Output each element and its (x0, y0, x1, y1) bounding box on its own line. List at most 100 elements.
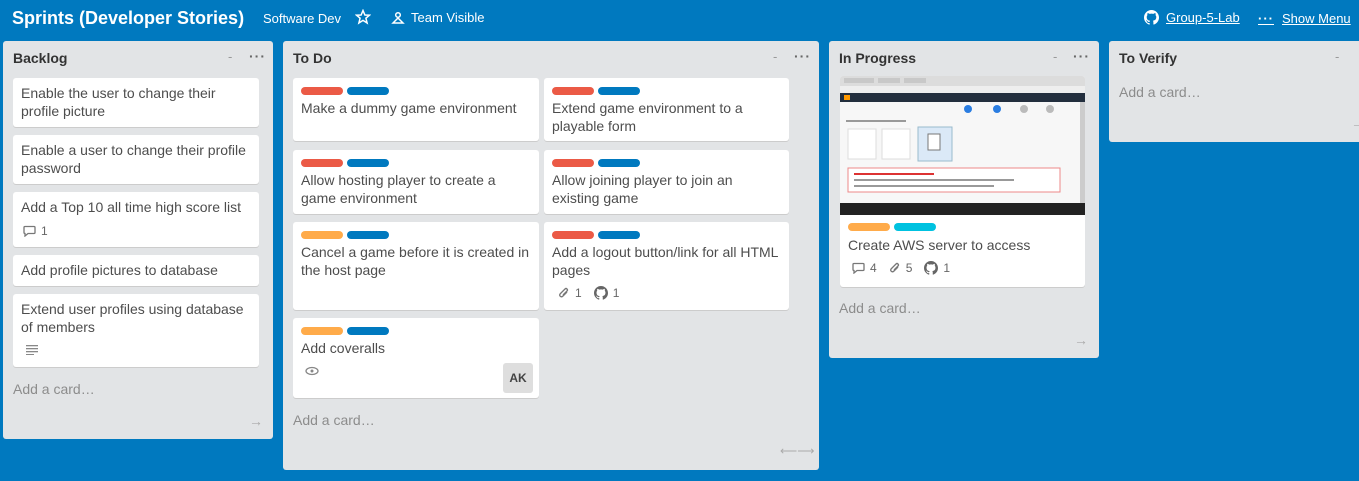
comments-count: 1 (41, 224, 48, 238)
list-card[interactable]: Allow joining player to join an existing… (544, 150, 789, 214)
card-title: Add profile pictures to database (21, 262, 218, 278)
visibility-button[interactable]: Team Visible (391, 10, 484, 25)
github-icon (593, 286, 608, 300)
list-menu-button[interactable]: ··· (794, 48, 811, 64)
list-card[interactable]: Extend user profiles using database of m… (13, 294, 259, 367)
list-menu-button[interactable]: ··· (249, 48, 266, 64)
label-blue (598, 159, 640, 167)
member-avatar[interactable]: AK (503, 363, 533, 393)
list-card[interactable]: Add a Top 10 all time high score list 1 (13, 192, 259, 247)
label-blue (347, 159, 389, 167)
team-icon (391, 11, 405, 24)
github-badge: 1 (924, 261, 950, 275)
github-icon (924, 261, 939, 275)
list-card[interactable]: Add profile pictures to database (13, 255, 259, 286)
scroll-arrows-icon[interactable]: ⟵⟶ (780, 444, 814, 458)
github-count: 1 (612, 286, 620, 300)
add-card-link[interactable]: Add a card… (13, 381, 95, 397)
team-link[interactable]: Group-5-Lab (1144, 10, 1240, 25)
paperclip-icon (889, 262, 899, 273)
board-header: Sprints (Developer Stories) Software Dev… (0, 0, 1359, 38)
arrow-right-icon[interactable]: → (1351, 115, 1359, 131)
description-icon (26, 345, 38, 355)
list-backlog: Backlog - ··· Enable the user to change … (3, 41, 273, 439)
github-count: 1 (943, 261, 951, 275)
label-orange (848, 223, 890, 231)
comment-icon (852, 262, 865, 274)
card-labels (301, 87, 389, 95)
card-labels (848, 223, 936, 231)
label-sky (894, 223, 936, 231)
list-card[interactable]: Enable the user to change their profile … (13, 78, 259, 127)
list-to-verify: To Verify - Add a card… → (1109, 41, 1359, 142)
team-label: Group-5-Lab (1166, 10, 1240, 25)
card-badges: 4 5 1 (852, 261, 950, 275)
paperclip-icon (559, 287, 569, 298)
label-blue (598, 231, 640, 239)
list-card[interactable]: Add a logout button/link for all HTML pa… (544, 222, 789, 310)
label-orange (301, 231, 343, 239)
screenshot-thumbnail (840, 76, 1085, 215)
list-title[interactable]: In Progress (839, 50, 916, 66)
list-card[interactable]: Allow hosting player to create a game en… (293, 150, 539, 214)
card-labels (301, 231, 389, 239)
minimize-list-button[interactable]: - (1053, 49, 1057, 64)
board-title[interactable]: Sprints (Developer Stories) (12, 8, 244, 29)
arrow-right-icon[interactable]: → (249, 413, 263, 429)
arrow-right-icon[interactable]: → (1074, 332, 1088, 348)
attachments-badge: 5 (889, 261, 913, 275)
list-todo: To Do - ··· Make a dummy game environmen… (283, 41, 819, 470)
card-title: Add coveralls (301, 340, 386, 356)
add-card-link[interactable]: Add a card… (1119, 84, 1201, 100)
github-icon (1144, 10, 1159, 25)
card-title: Extend user profiles using database of m… (21, 301, 244, 335)
card-title: Extend game environment to a playable fo… (552, 100, 743, 134)
show-menu-label: Show Menu (1282, 11, 1351, 26)
label-red (301, 87, 343, 95)
label-red (552, 231, 594, 239)
label-blue (347, 87, 389, 95)
show-menu-button[interactable]: ··· Show Menu (1258, 11, 1351, 26)
list-card[interactable]: Make a dummy game environment (293, 78, 539, 141)
watch-icon (305, 366, 319, 376)
attachments-count: 5 (905, 261, 913, 275)
card-badges: 1 1 (558, 286, 619, 300)
add-card-link[interactable]: Add a card… (293, 412, 375, 428)
card-title: Add a Top 10 all time high score list (21, 199, 241, 215)
list-title[interactable]: Backlog (13, 50, 67, 66)
minimize-list-button[interactable]: - (1335, 49, 1339, 64)
label-blue (347, 231, 389, 239)
card-badges: 1 (23, 224, 48, 238)
card-cover-image (840, 76, 1085, 215)
github-badge: 1 (593, 286, 620, 300)
attachments-count: 1 (575, 286, 582, 300)
minimize-list-button[interactable]: - (228, 49, 232, 64)
list-card[interactable]: Add coveralls AK (293, 318, 539, 398)
list-card[interactable]: Create AWS server to access 4 5 1 (840, 76, 1085, 287)
list-title[interactable]: To Do (293, 50, 332, 66)
card-title: Add a logout button/link for all HTML pa… (552, 244, 778, 278)
label-blue (347, 327, 389, 335)
attachments-badge: 1 (558, 286, 582, 300)
list-card[interactable]: Cancel a game before it is created in th… (293, 222, 539, 310)
visibility-label: Team Visible (411, 10, 485, 25)
list-title[interactable]: To Verify (1119, 50, 1177, 66)
label-red (301, 159, 343, 167)
list-menu-button[interactable]: ··· (1073, 48, 1090, 64)
comments-count: 4 (870, 261, 877, 275)
list-in-progress: In Progress - ··· Create AWS server to a… (829, 41, 1099, 358)
more-icon: ··· (1258, 11, 1274, 26)
card-labels (301, 327, 389, 335)
star-icon[interactable] (355, 9, 371, 25)
card-title: Enable a user to change their profile pa… (21, 142, 246, 176)
org-link[interactable]: Software Dev (263, 11, 341, 26)
comment-icon (23, 225, 36, 237)
list-card[interactable]: Extend game environment to a playable fo… (544, 78, 789, 141)
list-card[interactable]: Enable a user to change their profile pa… (13, 135, 259, 184)
card-labels (301, 159, 389, 167)
comments-badge: 1 (23, 224, 48, 238)
card-labels (552, 87, 640, 95)
add-card-link[interactable]: Add a card… (839, 300, 921, 316)
card-labels (552, 159, 640, 167)
minimize-list-button[interactable]: - (773, 49, 777, 64)
